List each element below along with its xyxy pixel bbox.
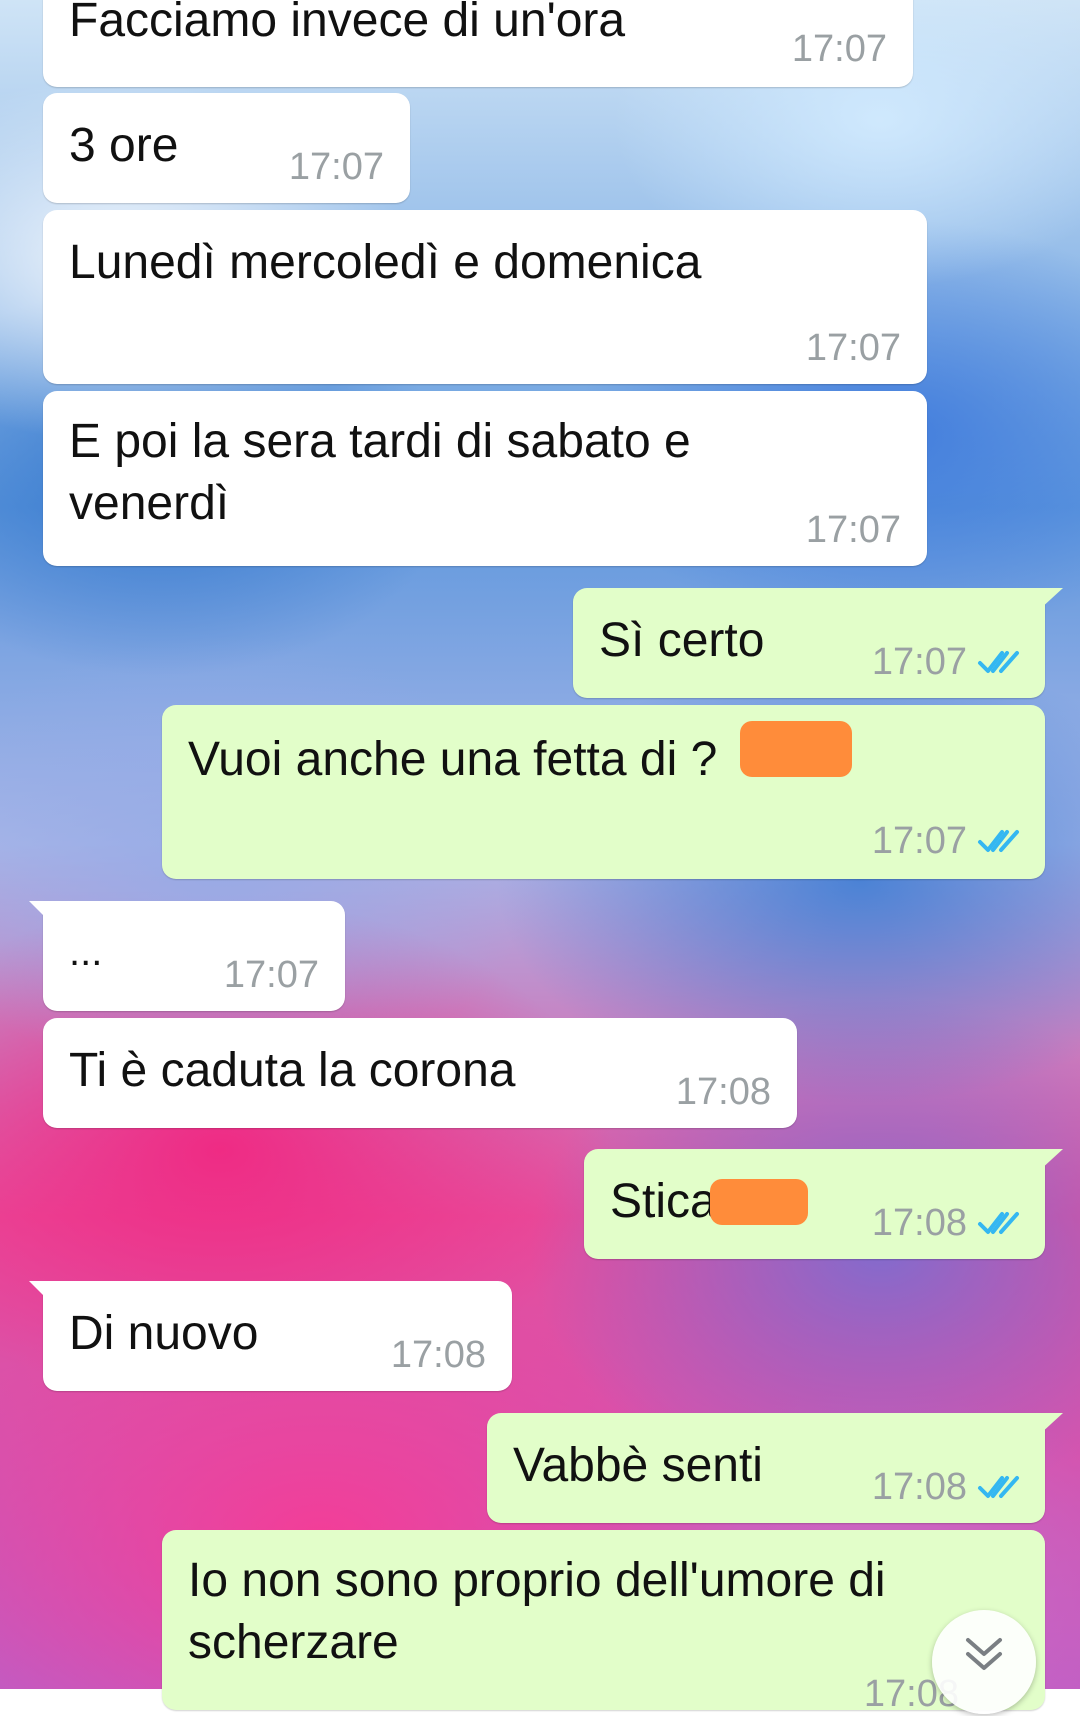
message-text: Lunedì mercoledì e domenica [69,236,702,289]
message-bubble-outgoing[interactable]: Stica 17:08 [584,1149,1063,1259]
message-bubble-incoming[interactable]: 3 ore 17:07 [43,93,410,203]
message-time: 17:07 [872,640,1021,684]
message-text: 3 ore [69,119,179,172]
message-time: 17:07 [288,146,384,188]
message-time: 17:08 [390,1334,486,1376]
scroll-to-bottom-button[interactable] [932,1610,1036,1714]
message-time: 17:08 [675,1071,771,1113]
bubble-tail [1039,1413,1063,1435]
message-bubble-incoming[interactable]: Facciamo invece di un'ora 17:07 [43,0,913,87]
message-bubble-outgoing[interactable]: Io non sono proprio dell'umore di scherz… [162,1530,1045,1715]
message-time: 17:07 [791,28,887,70]
message-bubble-outgoing[interactable]: Vuoi anche una fetta di ? 17:07 [162,705,1045,879]
message-bubble-incoming[interactable]: ... 17:07 [29,901,345,1011]
message-text: Io non sono proprio dell'umore di scherz… [188,1554,886,1669]
message-time: 17:07 [805,327,901,369]
message-bubble-incoming[interactable]: Ti è caduta la corona 17:08 [43,1018,797,1128]
message-time: 17:07 [872,819,1021,863]
message-text: Facciamo invece di un'ora [69,0,626,47]
message-bubble-outgoing[interactable]: Sì certo 17:07 [573,588,1063,698]
chevron-double-down-icon [966,1638,1002,1670]
message-time: 17:08 [872,1201,1021,1245]
message-bubble-incoming[interactable]: Lunedì mercoledì e domenica 17:07 [43,210,927,384]
double-check-icon [978,1212,1019,1234]
double-check-icon [978,830,1019,852]
bubble-tail [29,901,51,923]
message-text: Sì certo [599,614,765,667]
redaction-block [740,721,852,777]
message-time: 17:07 [805,509,901,551]
message-text: Stica [610,1175,717,1228]
message-bubble-outgoing[interactable]: Vabbè senti 17:08 [487,1413,1063,1523]
bubble-tail [29,1281,51,1303]
message-time: 17:07 [223,954,319,996]
message-text: ... [69,930,103,974]
bubble-tail [1039,588,1063,610]
message-text: Di nuovo [69,1307,259,1360]
message-text: Ti è caduta la corona [69,1044,516,1097]
double-check-icon [978,651,1019,673]
redaction-block [710,1179,808,1225]
double-check-icon [978,1476,1019,1498]
message-text: Vabbè senti [513,1439,763,1492]
message-bubble-incoming[interactable]: Di nuovo 17:08 [29,1281,512,1391]
message-text: Vuoi anche una fetta di ? [188,733,718,786]
message-bubble-incoming[interactable]: E poi la sera tardi di sabato e venerdì … [43,391,927,566]
bubble-tail [1039,1149,1063,1171]
chat-message-list[interactable]: Facciamo invece di un'ora 17:07 3 ore 17… [0,0,1080,1715]
message-time: 17:08 [872,1465,1021,1509]
message-text: E poi la sera tardi di sabato e venerdì [69,415,691,530]
